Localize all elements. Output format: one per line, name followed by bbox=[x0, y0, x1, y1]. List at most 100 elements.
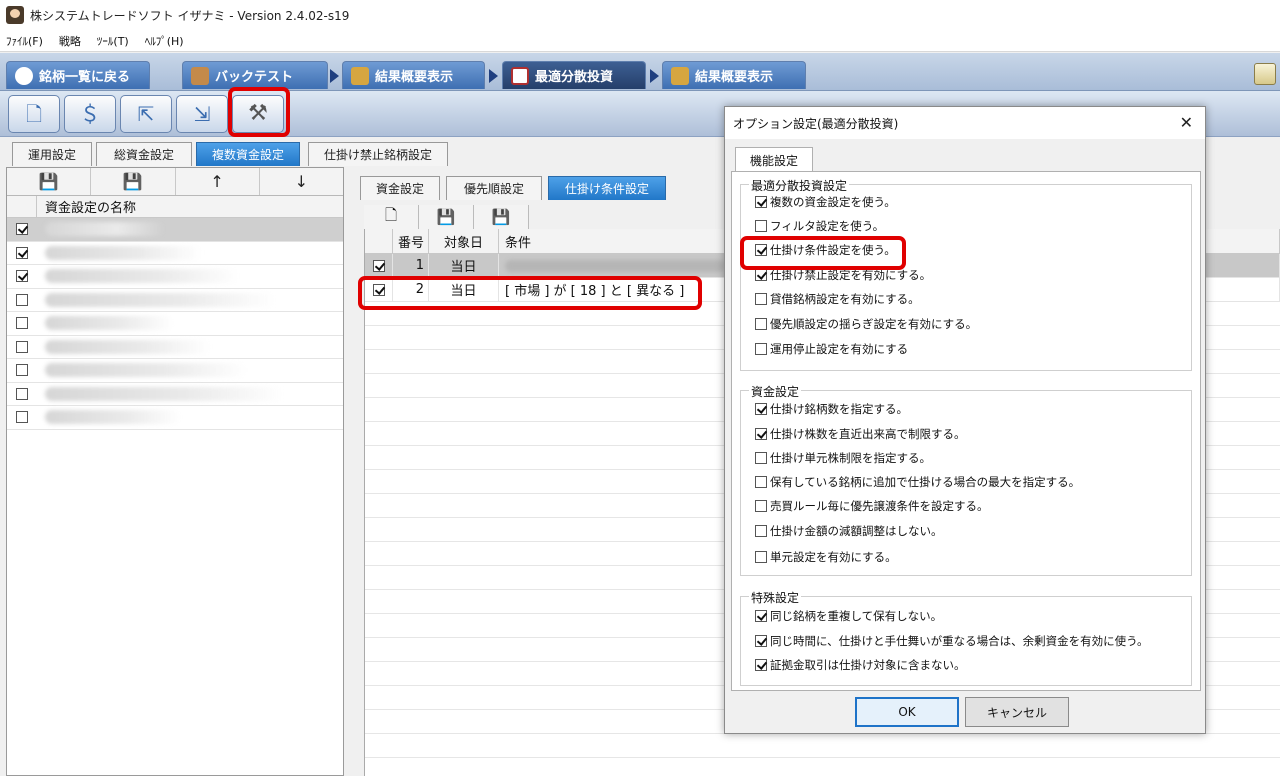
checkbox[interactable] bbox=[755, 428, 767, 440]
nav-back-to-list[interactable]: 銘柄一覧に戻る bbox=[6, 61, 150, 89]
menu-bar: ﾌｧｲﾙ(F) 戦略 ﾂｰﾙ(T) ﾍﾙﾌﾟ(H) bbox=[0, 30, 1280, 52]
tab-operation-settings[interactable]: 運用設定 bbox=[12, 142, 92, 166]
tab-total-funds[interactable]: 総資金設定 bbox=[96, 142, 192, 166]
new-file-button[interactable]: 🗋 bbox=[8, 95, 60, 133]
save-condition-icon[interactable]: 💾 bbox=[419, 205, 474, 229]
row-checkbox[interactable] bbox=[16, 340, 28, 353]
funds-list-toolbar: 💾 💾 ↑ ↓ bbox=[7, 168, 343, 196]
checkbox[interactable] bbox=[755, 343, 767, 355]
nav-optimal-diversified[interactable]: 最適分散投資 bbox=[502, 61, 646, 89]
checkbox[interactable] bbox=[755, 551, 767, 563]
tab-function-settings[interactable]: 機能設定 bbox=[735, 147, 813, 172]
option-checkbox-row[interactable]: 売買ルール毎に優先譲渡条件を設定する。 bbox=[755, 498, 989, 514]
row-checkbox[interactable] bbox=[16, 317, 28, 330]
option-label: 優先順設定の揺らぎ設定を有効にする。 bbox=[770, 317, 978, 331]
import-button[interactable]: ⇲ bbox=[176, 95, 228, 133]
nav-result-summary-1[interactable]: 結果概要表示 bbox=[342, 61, 485, 89]
nav-arrow-3-icon bbox=[650, 69, 659, 83]
option-checkbox-row[interactable]: 同じ時間に、仕掛けと手仕舞いが重なる場合は、余剰資金を有効に使う。 bbox=[755, 633, 1148, 649]
nav-result-summary-2[interactable]: 結果概要表示 bbox=[662, 61, 806, 89]
checkbox[interactable] bbox=[755, 220, 767, 232]
option-checkbox-row[interactable]: 優先順設定の揺らぎ設定を有効にする。 bbox=[755, 316, 977, 332]
cancel-button[interactable]: キャンセル bbox=[965, 697, 1069, 727]
menu-strategy[interactable]: 戦略 bbox=[59, 33, 81, 49]
import-icon: ⇲ bbox=[193, 102, 211, 126]
option-label: 売買ルール毎に優先譲渡条件を設定する。 bbox=[770, 499, 989, 513]
option-checkbox-row[interactable]: 保有している銘柄に追加で仕掛ける場合の最大を指定する。 bbox=[755, 474, 1080, 490]
option-checkbox-row[interactable]: 仕掛け禁止設定を有効にする。 bbox=[755, 267, 931, 283]
money-settings-button[interactable]: ＄ bbox=[64, 95, 116, 133]
checkbox[interactable] bbox=[755, 293, 767, 305]
save-icon[interactable]: 💾 bbox=[7, 168, 92, 195]
row-checkbox[interactable] bbox=[372, 283, 385, 296]
row-checkbox[interactable] bbox=[16, 293, 28, 306]
list-item[interactable] bbox=[7, 242, 343, 265]
list-item[interactable] bbox=[7, 383, 343, 406]
tab-fund-settings[interactable]: 資金設定 bbox=[360, 176, 440, 200]
checkbox[interactable] bbox=[755, 659, 767, 671]
checkbox[interactable] bbox=[755, 610, 767, 622]
checkbox[interactable] bbox=[755, 403, 767, 415]
save-as-condition-icon[interactable]: 💾 bbox=[474, 205, 529, 229]
option-checkbox-row[interactable]: 仕掛け銘柄数を指定する。 bbox=[755, 401, 908, 417]
save-as-icon[interactable]: 💾 bbox=[91, 168, 176, 195]
menu-file[interactable]: ﾌｧｲﾙ(F) bbox=[6, 33, 43, 49]
list-item[interactable] bbox=[7, 336, 343, 359]
export-button[interactable]: ⇱ bbox=[120, 95, 172, 133]
checkbox[interactable] bbox=[755, 635, 767, 647]
option-checkbox-row[interactable]: 運用停止設定を有効にする bbox=[755, 341, 908, 357]
option-checkbox-row[interactable]: 仕掛け株数を直近出来高で制限する。 bbox=[755, 426, 966, 442]
checkbox[interactable] bbox=[755, 452, 767, 464]
settings-doc-icon[interactable] bbox=[1254, 63, 1276, 85]
dialog-title-bar: オプション設定(最適分散投資) ✕ bbox=[725, 107, 1205, 139]
move-down-icon[interactable]: ↓ bbox=[260, 168, 343, 195]
eye-icon bbox=[15, 66, 33, 85]
move-up-icon[interactable]: ↑ bbox=[176, 168, 260, 195]
row-checkbox[interactable] bbox=[16, 223, 28, 236]
option-checkbox-row[interactable]: 複数の資金設定を使う。 bbox=[755, 194, 896, 210]
row-checkbox[interactable] bbox=[16, 270, 28, 283]
checkbox[interactable] bbox=[755, 500, 767, 512]
option-checkbox-row[interactable]: 仕掛け金額の減額調整はしない。 bbox=[755, 523, 943, 539]
option-checkbox-row[interactable]: 同じ銘柄を重複して保有しない。 bbox=[755, 608, 942, 624]
option-checkbox-row[interactable]: 仕掛け条件設定を使う。 bbox=[755, 242, 896, 258]
menu-tools[interactable]: ﾂｰﾙ(T) bbox=[97, 33, 129, 49]
checkbox[interactable] bbox=[755, 318, 767, 330]
option-checkbox-row[interactable]: 証拠金取引は仕掛け対象に含まない。 bbox=[755, 657, 966, 673]
option-label: 貸借銘柄設定を有効にする。 bbox=[770, 292, 920, 306]
options-tools-button[interactable]: ⚒ bbox=[232, 95, 284, 133]
option-checkbox-row[interactable]: フィルタ設定を使う。 bbox=[755, 218, 884, 234]
list-item[interactable] bbox=[7, 406, 343, 430]
checkbox[interactable] bbox=[755, 196, 767, 208]
list-item[interactable] bbox=[7, 289, 343, 312]
option-checkbox-row[interactable]: 仕掛け単元株制限を指定する。 bbox=[755, 450, 931, 466]
close-icon[interactable]: ✕ bbox=[1180, 113, 1193, 132]
nav-backtest[interactable]: バックテスト bbox=[182, 61, 328, 89]
tab-priority-settings[interactable]: 優先順設定 bbox=[446, 176, 542, 200]
tab-entry-conditions[interactable]: 仕掛け条件設定 bbox=[548, 176, 666, 200]
option-label: 複数の資金設定を使う。 bbox=[770, 195, 896, 209]
tab-entry-prohibited[interactable]: 仕掛け禁止銘柄設定 bbox=[308, 142, 448, 166]
new-condition-icon[interactable]: 🗋 bbox=[364, 205, 419, 229]
tab-multiple-funds[interactable]: 複数資金設定 bbox=[196, 142, 300, 166]
row-checkbox[interactable] bbox=[16, 364, 28, 377]
checkbox[interactable] bbox=[755, 269, 767, 281]
row-checkbox[interactable] bbox=[16, 387, 28, 400]
list-item[interactable] bbox=[7, 312, 343, 336]
blurred-fund-name bbox=[45, 386, 284, 401]
list-item[interactable] bbox=[7, 265, 343, 289]
checkbox[interactable] bbox=[755, 476, 767, 488]
list-item[interactable] bbox=[7, 359, 343, 383]
list-item[interactable] bbox=[7, 218, 343, 242]
checkbox[interactable] bbox=[755, 244, 767, 256]
row-checkbox[interactable] bbox=[372, 259, 385, 272]
option-checkbox-row[interactable]: 貸借銘柄設定を有効にする。 bbox=[755, 291, 920, 307]
option-label: 保有している銘柄に追加で仕掛ける場合の最大を指定する。 bbox=[770, 475, 1081, 489]
row-checkbox[interactable] bbox=[16, 246, 28, 259]
row-checkbox[interactable] bbox=[16, 411, 28, 424]
app-logo-icon bbox=[6, 6, 24, 24]
checkbox[interactable] bbox=[755, 525, 767, 537]
ok-button[interactable]: OK bbox=[855, 697, 959, 727]
menu-help[interactable]: ﾍﾙﾌﾟ(H) bbox=[145, 33, 184, 49]
option-checkbox-row[interactable]: 単元設定を有効にする。 bbox=[755, 549, 897, 565]
